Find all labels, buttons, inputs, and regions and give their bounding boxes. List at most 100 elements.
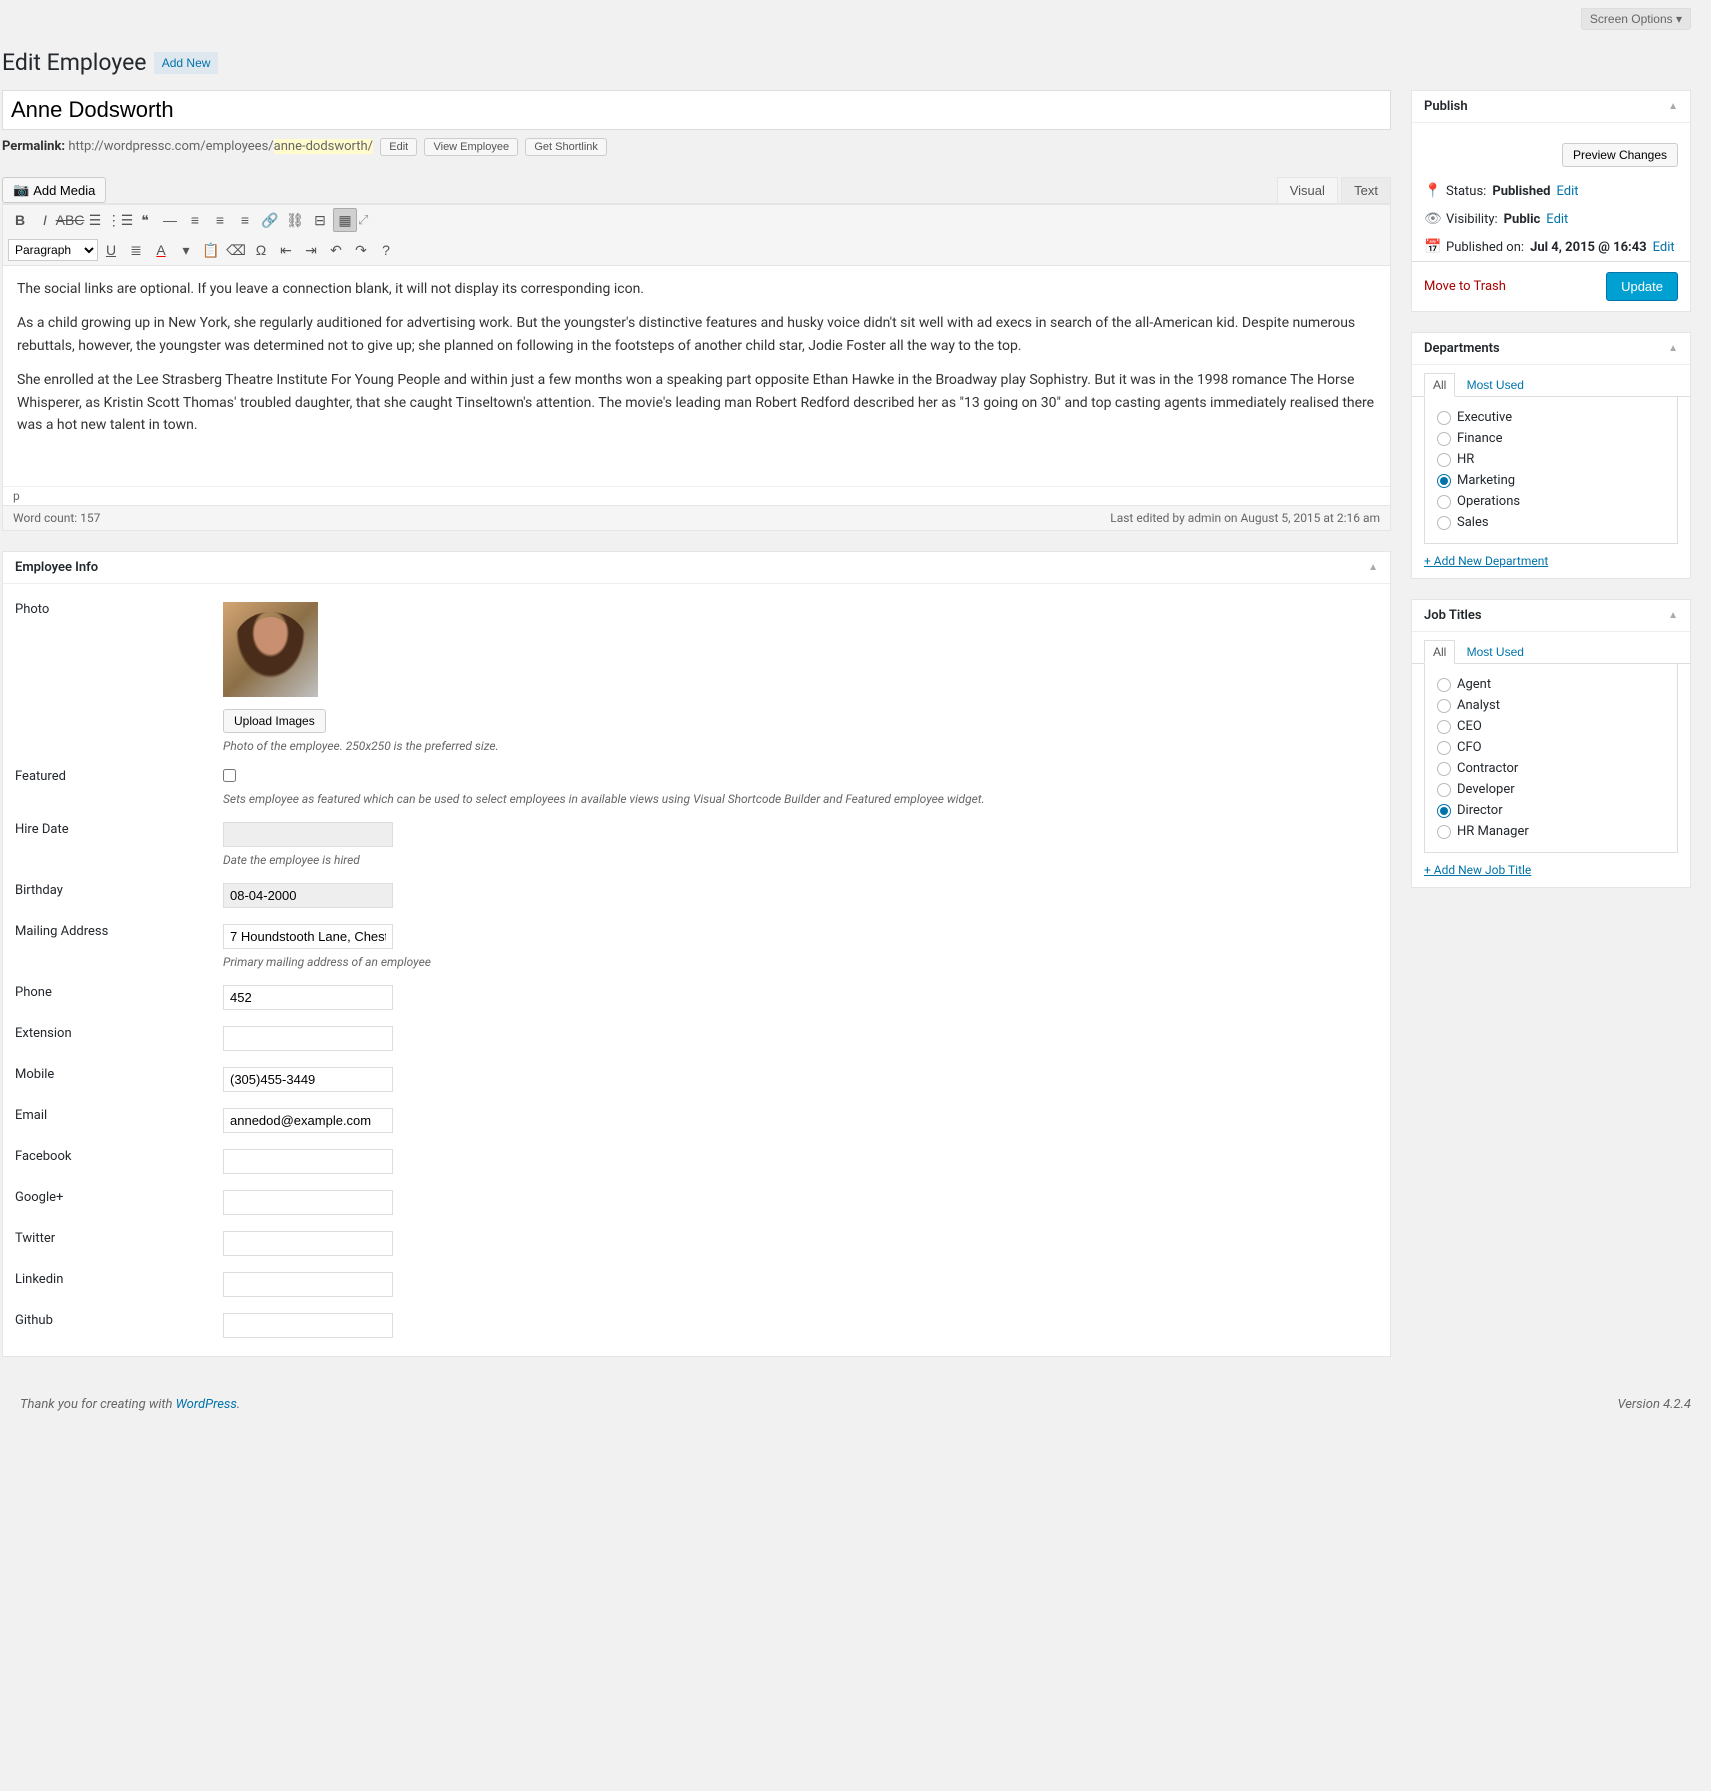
radio-icon[interactable] [1437, 495, 1451, 509]
departments-tab-all[interactable]: All [1424, 373, 1455, 397]
jobtitle-item[interactable]: CEO [1437, 716, 1665, 737]
twitter-input[interactable] [223, 1231, 393, 1256]
preview-changes-button[interactable]: Preview Changes [1562, 143, 1678, 167]
jobtitle-label: CFO [1457, 740, 1482, 755]
tab-visual[interactable]: Visual [1277, 177, 1338, 203]
hire-date-label: Hire Date [15, 822, 223, 867]
jobtitle-item[interactable]: Agent [1437, 674, 1665, 695]
underline-button[interactable]: U [99, 238, 123, 262]
jobtitle-item[interactable]: HR Manager [1437, 821, 1665, 842]
paste-text-button[interactable]: 📋 [199, 238, 223, 262]
radio-icon[interactable] [1437, 783, 1451, 797]
hire-date-input[interactable] [223, 822, 393, 847]
featured-checkbox[interactable] [223, 769, 236, 782]
jobtitles-tab-mostused[interactable]: Most Used [1459, 641, 1532, 663]
clear-format-button[interactable]: ⌫ [224, 238, 248, 262]
departments-tab-mostused[interactable]: Most Used [1459, 374, 1532, 396]
format-select[interactable]: Paragraph [8, 239, 98, 261]
screen-options-button[interactable]: Screen Options ▾ [1581, 8, 1691, 30]
bullet-list-button[interactable]: ☰ [83, 208, 107, 232]
get-shortlink-button[interactable]: Get Shortlink [525, 138, 607, 156]
published-edit-link[interactable]: Edit [1653, 240, 1675, 255]
add-media-label: Add Media [33, 183, 95, 198]
radio-icon[interactable] [1437, 678, 1451, 692]
move-to-trash-link[interactable]: Move to Trash [1424, 279, 1506, 294]
text-color-dropdown[interactable]: ▾ [174, 238, 198, 262]
view-employee-button[interactable]: View Employee [424, 138, 518, 156]
department-item[interactable]: Finance [1437, 428, 1665, 449]
mobile-input[interactable] [223, 1067, 393, 1092]
toggle-icon[interactable]: ▲ [1668, 610, 1678, 621]
radio-icon[interactable] [1437, 720, 1451, 734]
outdent-button[interactable]: ⇤ [274, 238, 298, 262]
link-button[interactable]: 🔗 [258, 208, 282, 232]
facebook-input[interactable] [223, 1149, 393, 1174]
help-button[interactable]: ? [374, 238, 398, 262]
jobtitles-tab-all[interactable]: All [1424, 640, 1455, 664]
undo-button[interactable]: ↶ [324, 238, 348, 262]
mailing-input[interactable] [223, 924, 393, 949]
toggle-icon[interactable]: ▲ [1368, 562, 1378, 573]
update-button[interactable]: Update [1606, 272, 1678, 301]
phone-input[interactable] [223, 985, 393, 1010]
add-new-jobtitle-link[interactable]: + Add New Job Title [1412, 863, 1690, 887]
tab-text[interactable]: Text [1341, 177, 1391, 203]
add-new-button[interactable]: Add New [154, 52, 219, 74]
department-item[interactable]: HR [1437, 449, 1665, 470]
upload-images-button[interactable]: Upload Images [223, 709, 326, 733]
fullscreen-icon[interactable]: ⤢ [358, 213, 374, 228]
text-color-button[interactable]: A [149, 238, 173, 262]
radio-icon[interactable] [1437, 762, 1451, 776]
radio-icon[interactable] [1437, 804, 1451, 818]
github-input[interactable] [223, 1313, 393, 1338]
toggle-icon[interactable]: ▲ [1668, 101, 1678, 112]
radio-icon[interactable] [1437, 453, 1451, 467]
italic-button[interactable]: I [33, 208, 57, 232]
align-left-button[interactable]: ≡ [183, 208, 207, 232]
department-item[interactable]: Operations [1437, 491, 1665, 512]
more-button[interactable]: ⊟ [308, 208, 332, 232]
radio-icon[interactable] [1437, 516, 1451, 530]
google-input[interactable] [223, 1190, 393, 1215]
department-item[interactable]: Marketing [1437, 470, 1665, 491]
indent-button[interactable]: ⇥ [299, 238, 323, 262]
toggle-icon[interactable]: ▲ [1668, 343, 1678, 354]
jobtitle-item[interactable]: Analyst [1437, 695, 1665, 716]
extension-input[interactable] [223, 1026, 393, 1051]
justify-button[interactable]: ≣ [124, 238, 148, 262]
visibility-edit-link[interactable]: Edit [1546, 212, 1568, 227]
status-edit-link[interactable]: Edit [1556, 184, 1578, 199]
add-new-department-link[interactable]: + Add New Department [1412, 554, 1690, 578]
toolbar-toggle-button[interactable]: ▦ [333, 208, 357, 232]
birthday-input[interactable] [223, 883, 393, 908]
add-media-button[interactable]: 📷 Add Media [2, 177, 106, 203]
hr-button[interactable]: — [158, 208, 182, 232]
radio-icon[interactable] [1437, 699, 1451, 713]
redo-button[interactable]: ↷ [349, 238, 373, 262]
permalink-edit-button[interactable]: Edit [380, 138, 417, 156]
blockquote-button[interactable]: ❝ [133, 208, 157, 232]
jobtitle-item[interactable]: CFO [1437, 737, 1665, 758]
bold-button[interactable]: B [8, 208, 32, 232]
numbered-list-button[interactable]: ⋮☰ [108, 208, 132, 232]
jobtitle-item[interactable]: Contractor [1437, 758, 1665, 779]
strikethrough-button[interactable]: ABC [58, 208, 82, 232]
radio-icon[interactable] [1437, 474, 1451, 488]
special-char-button[interactable]: Ω [249, 238, 273, 262]
jobtitle-item[interactable]: Developer [1437, 779, 1665, 800]
department-item[interactable]: Sales [1437, 512, 1665, 533]
linkedin-input[interactable] [223, 1272, 393, 1297]
jobtitle-item[interactable]: Director [1437, 800, 1665, 821]
post-title-input[interactable] [2, 90, 1391, 130]
unlink-button[interactable]: ⛓ [283, 208, 307, 232]
radio-icon[interactable] [1437, 432, 1451, 446]
department-item[interactable]: Executive [1437, 407, 1665, 428]
radio-icon[interactable] [1437, 411, 1451, 425]
wordpress-link[interactable]: WordPress [176, 1397, 237, 1412]
radio-icon[interactable] [1437, 825, 1451, 839]
radio-icon[interactable] [1437, 741, 1451, 755]
email-input[interactable] [223, 1108, 393, 1133]
align-center-button[interactable]: ≡ [208, 208, 232, 232]
align-right-button[interactable]: ≡ [233, 208, 257, 232]
editor-content[interactable]: The social links are optional. If you le… [3, 266, 1390, 486]
